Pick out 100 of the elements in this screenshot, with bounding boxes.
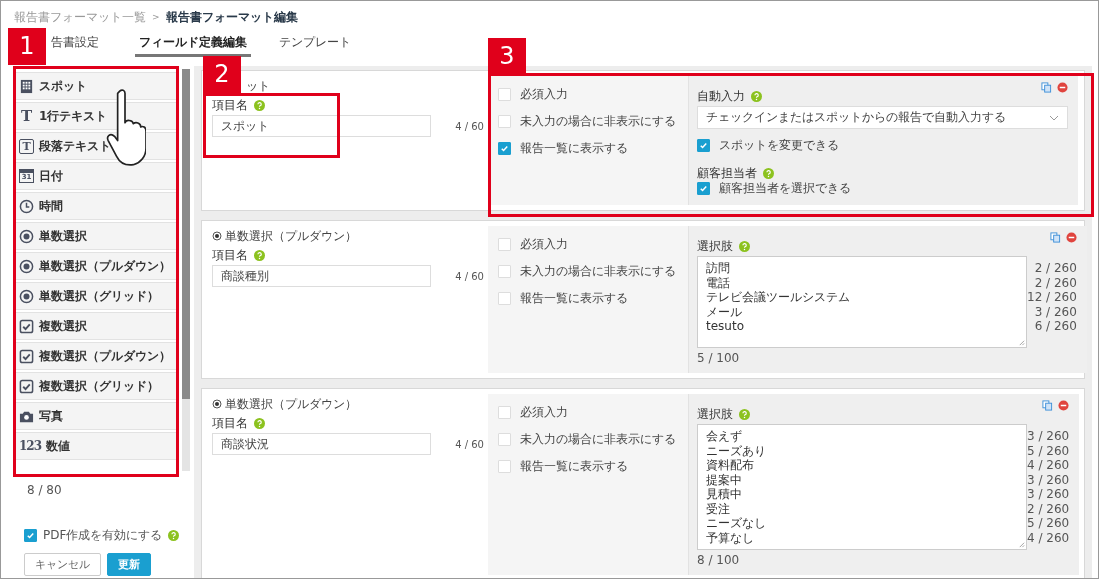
- scrollbar-thumb[interactable]: [182, 69, 190, 399]
- radio-icon: [19, 228, 34, 244]
- radio-icon: [212, 399, 222, 409]
- section-label: 顧客担当者: [697, 165, 757, 182]
- copy-icon[interactable]: [1049, 232, 1061, 243]
- checkmark-icon: [698, 183, 709, 194]
- auto-input-select[interactable]: チェックインまたはスポットからの報告で自動入力する: [697, 106, 1068, 129]
- checkbox-label: 必須入力: [520, 236, 568, 253]
- checkbox-label: スポットを変更できる: [719, 137, 839, 154]
- section-label: 選択肢: [697, 238, 733, 255]
- checkbox[interactable]: [697, 182, 710, 195]
- checkbox-label: 報告一覧に表示する: [520, 458, 628, 475]
- field-type-item[interactable]: 単数選択: [14, 222, 178, 250]
- field-type-item[interactable]: 時間: [14, 192, 178, 220]
- field-type-item[interactable]: 単数選択（グリッド）: [14, 282, 178, 310]
- char-counter: 5 / 260: [1027, 516, 1070, 531]
- checkbox[interactable]: [24, 529, 37, 542]
- name-input[interactable]: スポット: [212, 115, 432, 137]
- field-type-label: 単数選択（プルダウン）: [225, 227, 357, 245]
- checkbox[interactable]: [498, 142, 511, 155]
- field-label: 項目名: [212, 247, 248, 264]
- number-icon: 123: [19, 439, 42, 453]
- char-counter: 2 / 260: [1034, 261, 1077, 276]
- name-input[interactable]: 商談種別: [212, 265, 432, 287]
- choices-textarea[interactable]: 会えず ニーズあり 資料配布 提案中 見積中 受注 ニーズなし 予算なし: [697, 424, 1027, 550]
- help-icon: [254, 418, 265, 429]
- checkbox-label: 必須入力: [520, 86, 568, 103]
- char-counter: 4 / 60: [455, 120, 484, 132]
- checkbox-label: 未入力の場合に非表示にする: [520, 431, 676, 448]
- help-icon: [739, 241, 750, 252]
- page-title: 報告書フォーマット編集: [165, 8, 298, 26]
- char-counter: 4 / 60: [455, 270, 484, 282]
- field-type-label: ット: [245, 77, 270, 95]
- checkbox-icon: [19, 348, 34, 364]
- checkbox-icon: [19, 378, 34, 394]
- delete-icon[interactable]: [1057, 82, 1068, 93]
- building-icon: [19, 78, 34, 94]
- callout-number: 2: [203, 56, 241, 93]
- help-icon: [168, 530, 180, 541]
- checkbox-label: 報告一覧に表示する: [520, 140, 628, 157]
- checkbox-label: 顧客担当者を選択できる: [719, 180, 851, 197]
- choices-counter: 5 / 100: [697, 351, 741, 365]
- delete-icon[interactable]: [1058, 400, 1070, 411]
- cancel-button[interactable]: キャンセル: [24, 553, 101, 576]
- paragraph-icon: T: [19, 138, 34, 154]
- field-label: 項目名: [212, 97, 248, 114]
- char-counter: 12 / 260: [1027, 290, 1077, 305]
- delete-icon[interactable]: [1065, 232, 1077, 243]
- help-icon: [254, 100, 265, 111]
- char-counter: 4 / 260: [1027, 458, 1070, 473]
- help-icon: [739, 409, 750, 420]
- checkmark-icon: [698, 140, 709, 151]
- choices-textarea[interactable]: 訪問 電話 テレビ会議ツールシステム メール tesuto: [697, 256, 1027, 348]
- text-icon: T: [19, 108, 34, 124]
- copy-icon[interactable]: [1042, 400, 1054, 411]
- field-type-item[interactable]: 複数選択（グリッド）: [14, 372, 178, 400]
- checkbox-icon: [19, 318, 34, 334]
- field-type-label: 単数選択（プルダウン）: [225, 395, 357, 413]
- resize-grip-icon: [1018, 541, 1025, 548]
- name-input[interactable]: 商談状況: [212, 433, 432, 455]
- field-type-item[interactable]: 複数選択: [14, 312, 178, 340]
- resize-grip-icon: [1018, 339, 1025, 346]
- checkbox-label: PDF作成を有効にする: [43, 527, 163, 544]
- field-type-item[interactable]: 写真: [14, 402, 178, 430]
- char-counter: 4 / 260: [1027, 530, 1070, 545]
- char-counter: 5 / 260: [1027, 443, 1070, 458]
- checkbox-label: 必須入力: [520, 404, 568, 421]
- field-type-item[interactable]: スポット: [14, 72, 178, 100]
- char-counter: 2 / 260: [1034, 275, 1077, 290]
- checkmark-icon: [25, 530, 36, 541]
- char-counter: 3 / 260: [1027, 472, 1070, 487]
- field-type-item[interactable]: 複数選択（プルダウン）: [14, 342, 178, 370]
- choices-counter: 8 / 100: [697, 553, 741, 567]
- help-icon: [254, 250, 265, 261]
- help-icon: [763, 168, 774, 179]
- field-type-item[interactable]: 単数選択（プルダウン）: [14, 252, 178, 280]
- breadcrumb-separator: >: [152, 12, 160, 22]
- copy-icon[interactable]: [1041, 82, 1052, 93]
- checkbox[interactable]: [697, 139, 710, 152]
- radio-icon: [212, 231, 222, 241]
- char-counter: 3 / 260: [1034, 304, 1077, 319]
- chevron-down-icon: [1049, 114, 1059, 121]
- tab[interactable]: 告書設定: [49, 31, 101, 57]
- section-label: 選択肢: [697, 406, 733, 423]
- char-counter: 3 / 260: [1027, 429, 1070, 444]
- radio-icon: [19, 288, 34, 304]
- checkmark-icon: [499, 143, 510, 154]
- field-type-item[interactable]: 123 数値: [14, 432, 178, 460]
- clock-icon: [19, 198, 34, 214]
- char-counter: 6 / 260: [1034, 319, 1077, 334]
- char-counter: 4 / 60: [455, 438, 484, 450]
- callout-number: 1: [8, 28, 46, 65]
- section-label: 自動入力: [697, 88, 745, 105]
- char-counter: 2 / 260: [1027, 501, 1070, 516]
- help-icon: [751, 91, 762, 102]
- tab[interactable]: テンプレート: [277, 31, 353, 57]
- char-counter: 3 / 260: [1027, 487, 1070, 502]
- callout-number: 3: [488, 38, 526, 75]
- field-label: 項目名: [212, 415, 248, 432]
- field-count: 8 / 80: [26, 483, 63, 497]
